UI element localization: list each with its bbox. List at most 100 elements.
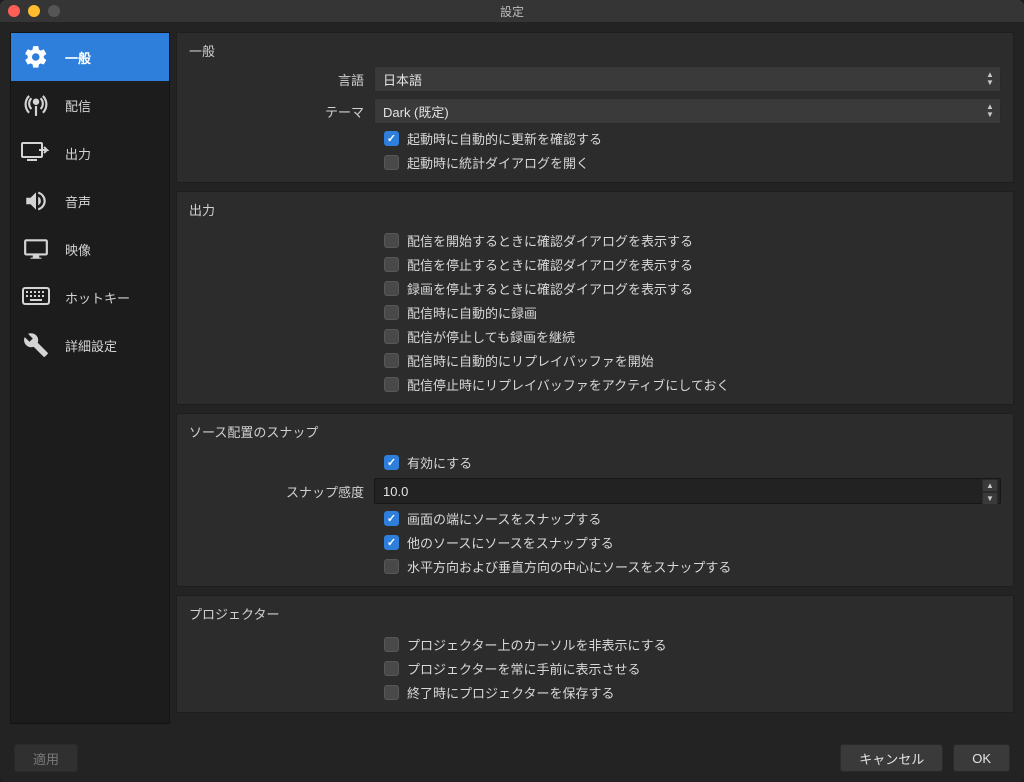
checkbox-icon — [384, 455, 399, 470]
label-language: 言語 — [189, 70, 364, 89]
maximize-window-button[interactable] — [48, 5, 60, 17]
sidebar-item-label: 出力 — [65, 144, 91, 163]
checkbox-icon — [384, 377, 399, 392]
checkbox-icon — [384, 661, 399, 676]
group-projector: プロジェクター プロジェクター上のカーソルを非表示にする プロジェクターを常に手… — [176, 595, 1014, 713]
checkbox-label: 画面の端にソースをスナップする — [407, 509, 601, 528]
checkbox-icon — [384, 511, 399, 526]
checkbox-label: 起動時に自動的に更新を確認する — [407, 129, 602, 148]
checkbox-proj-hide-cursor[interactable]: プロジェクター上のカーソルを非表示にする — [189, 635, 1001, 654]
sidebar-item-advanced[interactable]: 詳細設定 — [11, 321, 169, 369]
checkbox-icon — [384, 353, 399, 368]
minimize-window-button[interactable] — [28, 5, 40, 17]
checkbox-confirm-start-stream[interactable]: 配信を開始するときに確認ダイアログを表示する — [189, 231, 1001, 250]
input-value: 10.0 — [383, 484, 408, 499]
updown-icon: ▲▼ — [982, 69, 998, 89]
sidebar-item-general[interactable]: 一般 — [11, 33, 169, 81]
checkbox-check-updates[interactable]: 起動時に自動的に更新を確認する — [189, 129, 1001, 148]
group-snap: ソース配置のスナップ 有効にする スナップ感度 10.0 ▲▼ — [176, 413, 1014, 587]
checkbox-proj-always-top[interactable]: プロジェクターを常に手前に表示させる — [189, 659, 1001, 678]
checkbox-icon — [384, 305, 399, 320]
checkbox-label: 配信時に自動的に録画 — [407, 303, 537, 322]
checkbox-label: 水平方向および垂直方向の中心にソースをスナップする — [407, 557, 731, 576]
group-output: 出力 配信を開始するときに確認ダイアログを表示する 配信を停止するときに確認ダイ… — [176, 191, 1014, 405]
group-title: 一般 — [189, 41, 1001, 60]
select-value: Dark (既定) — [383, 102, 449, 121]
checkbox-keep-recording[interactable]: 配信が停止しても録画を継続 — [189, 327, 1001, 346]
checkbox-snap-enable[interactable]: 有効にする — [189, 453, 1001, 472]
checkbox-confirm-stop-record[interactable]: 録画を停止するときに確認ダイアログを表示する — [189, 279, 1001, 298]
checkbox-icon — [384, 155, 399, 170]
footer: 適用 キャンセル OK — [0, 734, 1024, 782]
apply-button[interactable]: 適用 — [14, 744, 78, 772]
checkbox-icon — [384, 559, 399, 574]
checkbox-open-stats[interactable]: 起動時に統計ダイアログを開く — [189, 153, 1001, 172]
label-snap-sensitivity: スナップ感度 — [189, 482, 364, 501]
checkbox-auto-record[interactable]: 配信時に自動的に録画 — [189, 303, 1001, 322]
checkbox-label: 録画を停止するときに確認ダイアログを表示する — [407, 279, 693, 298]
sidebar-item-label: 一般 — [65, 48, 91, 67]
checkbox-icon — [384, 257, 399, 272]
select-theme[interactable]: Dark (既定) ▲▼ — [374, 98, 1001, 124]
group-title: ソース配置のスナップ — [189, 422, 1001, 441]
input-snap-sensitivity[interactable]: 10.0 ▲▼ — [374, 478, 1001, 504]
keyboard-icon — [21, 282, 51, 312]
checkbox-confirm-stop-stream[interactable]: 配信を停止するときに確認ダイアログを表示する — [189, 255, 1001, 274]
antenna-icon — [21, 90, 51, 120]
cancel-button[interactable]: キャンセル — [840, 744, 943, 772]
close-window-button[interactable] — [8, 5, 20, 17]
checkbox-icon — [384, 535, 399, 550]
checkbox-icon — [384, 685, 399, 700]
group-title: プロジェクター — [189, 604, 1001, 623]
checkbox-label: プロジェクターを常に手前に表示させる — [407, 659, 640, 678]
checkbox-icon — [384, 329, 399, 344]
sidebar-item-label: 詳細設定 — [65, 336, 117, 355]
checkbox-label: 有効にする — [407, 453, 472, 472]
titlebar: 設定 — [0, 0, 1024, 22]
sidebar-item-label: 配信 — [65, 96, 91, 115]
checkbox-icon — [384, 131, 399, 146]
traffic-lights — [8, 5, 60, 17]
checkbox-icon — [384, 281, 399, 296]
checkbox-icon — [384, 233, 399, 248]
checkbox-label: 配信停止時にリプレイバッファをアクティブにしておく — [407, 375, 730, 394]
checkbox-auto-replay-buffer[interactable]: 配信時に自動的にリプレイバッファを開始 — [189, 351, 1001, 370]
sidebar-item-label: 映像 — [65, 240, 91, 259]
tools-icon — [21, 330, 51, 360]
group-title: 出力 — [189, 200, 1001, 219]
ok-button[interactable]: OK — [953, 744, 1010, 772]
select-language[interactable]: 日本語 ▲▼ — [374, 66, 1001, 92]
checkbox-icon — [384, 637, 399, 652]
settings-sidebar: 一般 配信 出力 音声 — [10, 32, 170, 724]
sidebar-item-hotkeys[interactable]: ホットキー — [11, 273, 169, 321]
checkbox-proj-save-exit[interactable]: 終了時にプロジェクターを保存する — [189, 683, 1001, 702]
checkbox-label: 配信時に自動的にリプレイバッファを開始 — [407, 351, 654, 370]
checkbox-label: 配信を停止するときに確認ダイアログを表示する — [407, 255, 693, 274]
sidebar-item-label: ホットキー — [65, 288, 130, 307]
checkbox-snap-edge[interactable]: 画面の端にソースをスナップする — [189, 509, 1001, 528]
checkbox-snap-other[interactable]: 他のソースにソースをスナップする — [189, 533, 1001, 552]
checkbox-label: 起動時に統計ダイアログを開く — [407, 153, 589, 172]
label-theme: テーマ — [189, 102, 364, 121]
window-title: 設定 — [500, 3, 524, 20]
checkbox-keep-replay-buffer[interactable]: 配信停止時にリプレイバッファをアクティブにしておく — [189, 375, 1001, 394]
gear-icon — [21, 42, 51, 72]
sidebar-item-stream[interactable]: 配信 — [11, 81, 169, 129]
sidebar-item-audio[interactable]: 音声 — [11, 177, 169, 225]
updown-icon: ▲▼ — [982, 101, 998, 121]
monitor-icon — [21, 234, 51, 264]
checkbox-label: 終了時にプロジェクターを保存する — [407, 683, 614, 702]
checkbox-label: 他のソースにソースをスナップする — [407, 533, 614, 552]
output-icon — [21, 138, 51, 168]
sidebar-item-label: 音声 — [65, 192, 91, 211]
sidebar-item-output[interactable]: 出力 — [11, 129, 169, 177]
checkbox-label: プロジェクター上のカーソルを非表示にする — [407, 635, 667, 654]
spinner-icon[interactable]: ▲▼ — [982, 479, 998, 503]
sidebar-item-video[interactable]: 映像 — [11, 225, 169, 273]
speaker-icon — [21, 186, 51, 216]
select-value: 日本語 — [383, 70, 422, 89]
checkbox-label: 配信が停止しても録画を継続 — [407, 327, 575, 346]
settings-content: 一般 言語 日本語 ▲▼ テーマ Dark (既定) — [176, 32, 1014, 724]
group-general: 一般 言語 日本語 ▲▼ テーマ Dark (既定) — [176, 32, 1014, 183]
checkbox-snap-center[interactable]: 水平方向および垂直方向の中心にソースをスナップする — [189, 557, 1001, 576]
